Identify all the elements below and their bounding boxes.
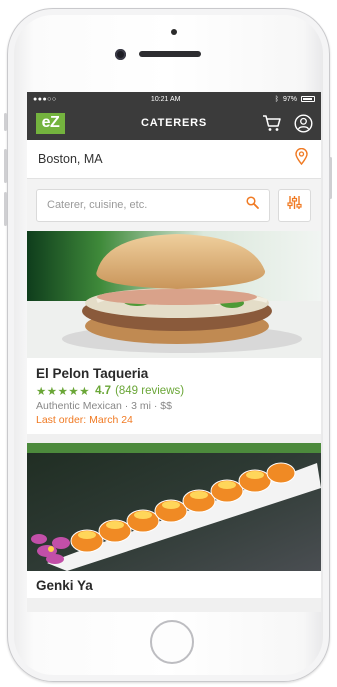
rating-value: 4.7 [95, 385, 112, 397]
volume-down-button [4, 192, 7, 226]
caterer-photo-sushi [27, 443, 321, 571]
filter-button[interactable] [278, 188, 311, 222]
status-time: 10:21 AM [150, 95, 181, 103]
search-input[interactable] [47, 199, 217, 211]
filter-sliders-icon [287, 195, 302, 215]
bluetooth-icon: ᛒ [274, 95, 279, 103]
caterer-card-body: El Pelon Taqueria ★★★★★ 4.7 (849 reviews… [27, 358, 321, 434]
star-rating-icon: ★★★★★ [36, 386, 91, 398]
proximity-sensor [171, 29, 177, 35]
nav-bar: eZ CATERERS [27, 106, 321, 140]
cart-icon[interactable] [262, 114, 282, 132]
caterer-card[interactable]: Genki Ya [27, 443, 321, 598]
mute-switch [4, 113, 7, 131]
caterer-name[interactable]: Genki Ya [27, 571, 321, 598]
caterer-meta: Authentic Mexican · 3 mi · $$ [36, 400, 172, 412]
home-button[interactable] [150, 620, 194, 664]
location-pin-icon[interactable] [295, 147, 308, 170]
volume-up-button [4, 149, 7, 183]
last-order: Last order: March 24 [36, 414, 133, 426]
card-separator [27, 434, 321, 443]
search-icon[interactable] [246, 196, 259, 214]
earpiece-speaker [139, 51, 201, 57]
power-button [329, 157, 332, 199]
battery-icon [301, 96, 315, 102]
location-value: Boston, MA [38, 152, 103, 166]
app-screen: ●●●○○ 10:21 AM ᛒ 97% eZ CATERERS Boston,… [27, 92, 321, 612]
review-count[interactable]: (849 reviews) [115, 385, 184, 397]
app-logo[interactable]: eZ [36, 112, 65, 134]
search-row [27, 179, 321, 231]
status-right: ᛒ 97% [275, 96, 315, 103]
caterer-card[interactable]: El Pelon Taqueria ★★★★★ 4.7 (849 reviews… [27, 231, 321, 434]
nav-actions [262, 113, 313, 133]
rating-row: ★★★★★ 4.7 (849 reviews) [36, 384, 312, 398]
location-selector[interactable]: Boston, MA [27, 140, 321, 179]
signal-indicator: ●●●○○ [33, 95, 57, 103]
status-bar: ●●●○○ 10:21 AM ᛒ 97% [27, 92, 321, 106]
search-box[interactable] [36, 188, 270, 222]
battery-percent: 97% [282, 95, 297, 103]
front-camera [115, 49, 126, 60]
caterer-name[interactable]: El Pelon Taqueria [36, 366, 312, 381]
caterer-photo-burger [27, 231, 321, 358]
user-icon[interactable] [294, 113, 313, 133]
